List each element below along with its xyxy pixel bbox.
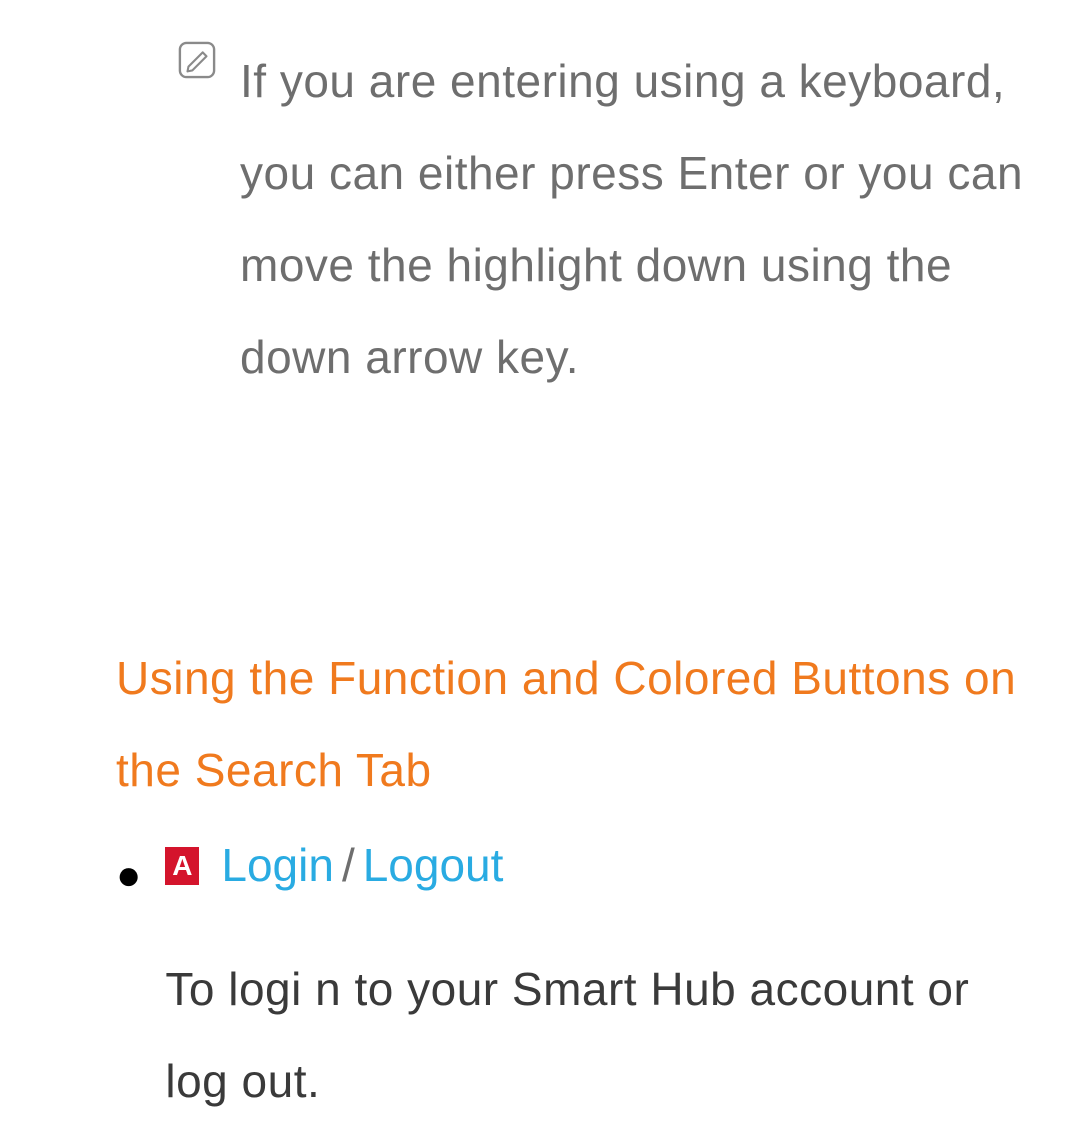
note-text: If you are entering using a keyboard, yo… — [240, 35, 1040, 403]
a-button-icon: A — [165, 847, 199, 885]
list-item: ● A Login / Logout To logi n to your Sma… — [116, 838, 1040, 1127]
list-item-heading: A Login / Logout — [165, 838, 1040, 893]
note-icon — [178, 41, 216, 79]
login-label: Login — [221, 838, 334, 893]
logout-label: Logout — [363, 838, 504, 893]
bullet-icon: ● — [116, 842, 141, 896]
list-item-body: To logi n to your Smart Hub account or l… — [165, 943, 1040, 1127]
section-heading: Using the Function and Colored Buttons o… — [116, 632, 1050, 816]
note-block: If you are entering using a keyboard, yo… — [178, 35, 1040, 403]
list-block: ● A Login / Logout To logi n to your Sma… — [116, 838, 1040, 1127]
separator: / — [342, 838, 355, 893]
list-item-content: A Login / Logout To logi n to your Smart… — [165, 838, 1040, 1127]
